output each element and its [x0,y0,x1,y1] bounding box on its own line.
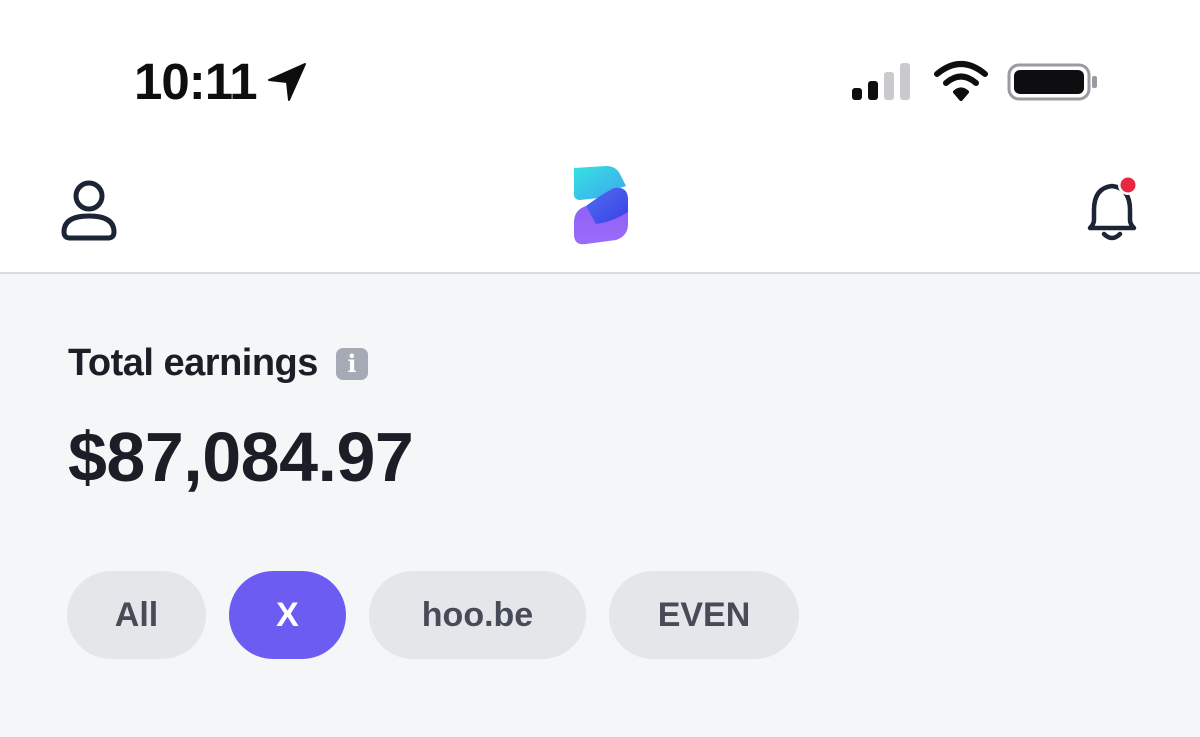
filter-chip-even[interactable]: EVEN [609,571,799,659]
filter-chip-hoobe[interactable]: hoo.be [369,571,586,659]
battery-icon [1007,63,1097,101]
status-time: 10:11 [134,53,258,110]
location-arrow-icon [267,63,306,101]
earnings-panel: Total earnings i $87,084.97 All X hoo.be… [0,274,1200,737]
app-logo[interactable] [568,164,634,248]
platform-filter-tabs: All X hoo.be EVEN [67,571,799,659]
filter-chip-all[interactable]: All [67,571,206,659]
total-earnings-amount: $87,084.97 [68,418,414,496]
total-earnings-label: Total earnings [68,342,318,384]
profile-icon[interactable] [58,178,120,242]
wifi-icon [934,61,988,101]
filter-chip-x[interactable]: X [229,571,346,659]
bell-icon[interactable] [1082,174,1148,246]
notification-dot [1120,177,1136,193]
earnings-label-row: Total earnings i [68,342,368,385]
cellular-signal-icon [852,63,910,100]
clock-group: 10:11 [134,52,309,112]
status-bar: 10:11 [0,0,1200,150]
app-header [0,150,1200,274]
info-icon[interactable]: i [335,347,368,380]
